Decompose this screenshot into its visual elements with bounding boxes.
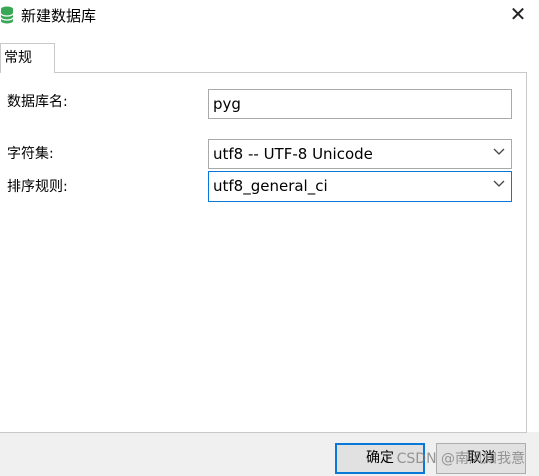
collation-select[interactable]: utf8_general_ci bbox=[208, 171, 512, 202]
tab-general-label: 常规 bbox=[4, 50, 32, 66]
window-title: 新建数据库 bbox=[21, 7, 97, 25]
close-icon[interactable]: ✕ bbox=[510, 2, 527, 26]
chevron-down-icon[interactable] bbox=[493, 180, 505, 188]
collation-value: utf8_general_ci bbox=[213, 177, 328, 195]
general-panel bbox=[0, 72, 527, 433]
collation-label: 排序规则: bbox=[7, 179, 68, 195]
close-button[interactable]: ✕ bbox=[505, 3, 531, 27]
chevron-down-icon[interactable] bbox=[493, 148, 505, 156]
charset-label: 字符集: bbox=[7, 146, 54, 162]
charset-value: utf8 -- UTF-8 Unicode bbox=[213, 145, 373, 163]
title-bar: 新建数据库 ✕ bbox=[0, 0, 539, 32]
watermark: CSDN @南风知我意 bbox=[396, 451, 525, 467]
db-name-value: pyg bbox=[213, 95, 241, 113]
db-name-label: 数据库名: bbox=[7, 94, 68, 110]
database-icon bbox=[0, 6, 14, 24]
db-name-input[interactable]: pyg bbox=[208, 89, 512, 119]
charset-select[interactable]: utf8 -- UTF-8 Unicode bbox=[208, 139, 512, 169]
tab-general[interactable]: 常规 bbox=[0, 43, 55, 73]
